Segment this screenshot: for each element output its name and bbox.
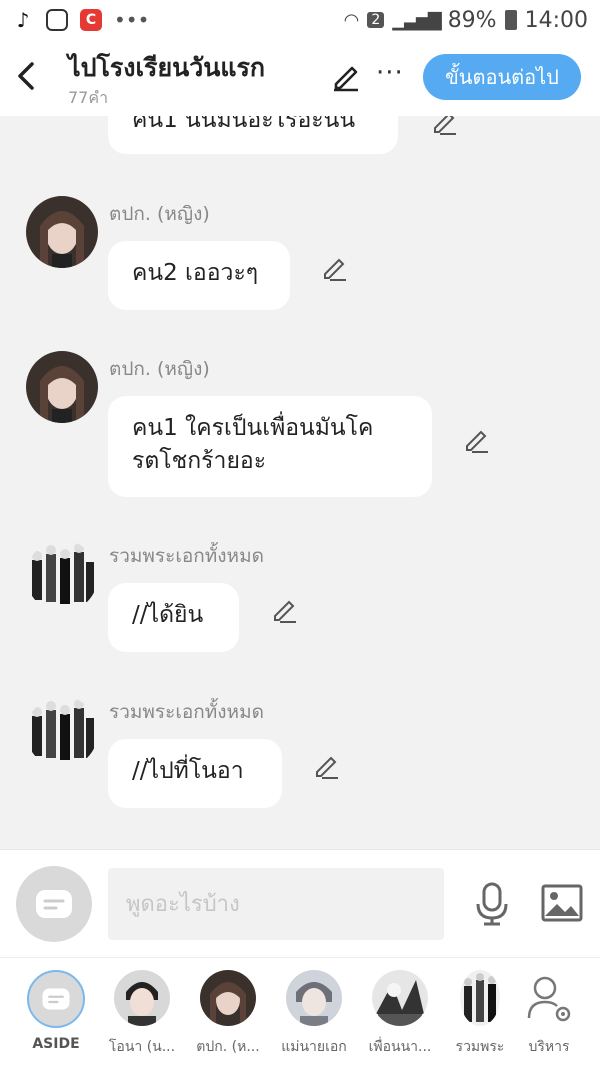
next-step-button[interactable]: ขั้นตอนต่อไป xyxy=(423,54,581,100)
message-bubble[interactable]: //ไปที่โนอา xyxy=(108,739,282,808)
nav-label: เพื่อนนา... xyxy=(368,1039,432,1055)
avatar[interactable] xyxy=(26,540,98,612)
aside-icon xyxy=(36,890,72,918)
nav-item-manage[interactable]: บริหาร xyxy=(509,970,589,1058)
avatar xyxy=(200,970,256,1026)
tiktok-icon: ♪ xyxy=(12,8,34,32)
input-bar xyxy=(0,849,600,957)
nav-item-aside[interactable]: ASIDE xyxy=(16,970,96,1052)
message-input[interactable] xyxy=(108,868,444,940)
nav-label: โอนา (น... xyxy=(108,1039,176,1055)
sender-name: ตปก. (หญิง) xyxy=(109,203,210,225)
sender-name: ตปก. (หญิง) xyxy=(109,358,210,380)
battery-percent: 89% xyxy=(447,7,497,33)
nav-item-character[interactable]: รวมพระ xyxy=(446,970,514,1058)
sim-badge: 2 xyxy=(367,12,385,28)
battery-icon xyxy=(504,10,517,30)
avatar xyxy=(372,970,428,1026)
avatar[interactable] xyxy=(26,696,98,768)
edit-message-icon[interactable] xyxy=(312,752,340,780)
avatar xyxy=(114,970,170,1026)
instagram-icon xyxy=(46,9,68,31)
aside-icon xyxy=(42,988,70,1010)
message-bubble[interactable]: คน2 เออวะๆ xyxy=(108,241,290,310)
back-button[interactable] xyxy=(14,58,44,94)
more-options-button[interactable]: ··· xyxy=(376,58,404,88)
avatar xyxy=(460,970,500,1026)
nav-item-character[interactable]: โอนา (น... xyxy=(102,970,182,1058)
story-header: ไปโรงเรียนวันแรก 77คำ ··· ขั้นตอนต่อไป xyxy=(0,40,600,116)
status-bar: ♪ C ••• ◠ 2 ▁▃▅▇ 89% 14:00 xyxy=(0,0,600,40)
nav-item-character[interactable]: เพื่อนนา... xyxy=(360,970,440,1058)
signal-icon: ▁▃▅▇ xyxy=(392,9,441,31)
clock: 14:00 xyxy=(524,7,588,33)
edit-message-icon[interactable] xyxy=(320,254,348,282)
pencil-icon xyxy=(334,66,358,92)
user-settings-icon xyxy=(527,976,571,1022)
microphone-icon[interactable] xyxy=(474,882,510,926)
character-bar: ASIDE โอนา (น... ตปก. (ห... แม่นายเอก เพ… xyxy=(0,957,600,1067)
message-bubble[interactable]: คน1 ใครเป็นเพื่อนมันโค รตโชกร้ายอะ xyxy=(108,396,432,497)
nav-label: บริหาร xyxy=(528,1039,570,1055)
nav-label: ตปก. (ห... xyxy=(196,1039,260,1055)
avatar[interactable] xyxy=(26,196,98,268)
message-text: //ได้ยิน xyxy=(132,602,204,628)
nav-label: แม่นายเอก xyxy=(281,1039,347,1055)
chevron-left-icon xyxy=(18,62,34,90)
message-text-line: รตโชกร้ายอะ xyxy=(132,448,267,474)
nav-item-character[interactable]: แม่นายเอก xyxy=(274,970,354,1058)
nav-label: รวมพระ xyxy=(455,1039,505,1055)
aside-avatar xyxy=(27,970,85,1028)
edit-message-icon[interactable] xyxy=(270,596,298,624)
message-text-line: คน1 ใครเป็นเพื่อนมันโค xyxy=(132,415,374,441)
message-text: //ไปที่โนอา xyxy=(132,758,244,784)
avatar xyxy=(286,970,342,1026)
nav-label: ASIDE xyxy=(32,1036,80,1052)
edit-message-icon[interactable] xyxy=(462,426,490,454)
avatar[interactable] xyxy=(26,351,98,423)
app-c-icon: C xyxy=(80,9,102,31)
aside-button[interactable] xyxy=(16,866,92,942)
ellipsis-icon: ··· xyxy=(376,58,404,88)
chat-area[interactable]: คน1 นั่นมันอะไรอ่ะนั่น ตปก. (หญิง) คน2 เ… xyxy=(0,116,600,849)
sender-name: รวมพระเอกทั้งหมด xyxy=(109,701,264,723)
more-icon: ••• xyxy=(114,8,150,32)
story-title: ไปโรงเรียนวันแรก xyxy=(68,53,266,82)
message-bubble[interactable]: คน1 นั่นมันอะไรอ่ะนั่น xyxy=(108,116,398,154)
edit-title-button[interactable] xyxy=(330,60,362,92)
nav-item-character[interactable]: ตปก. (ห... xyxy=(188,970,268,1058)
message-text: คน1 นั่นมันอะไรอ่ะนั่น xyxy=(132,116,356,133)
edit-message-icon[interactable] xyxy=(430,116,458,136)
message-bubble[interactable]: //ได้ยิน xyxy=(108,583,239,652)
message-text: คน2 เออวะๆ xyxy=(132,260,259,286)
wifi-icon: ◠ xyxy=(343,9,360,31)
sender-name: รวมพระเอกทั้งหมด xyxy=(109,545,264,567)
word-count: 77คำ xyxy=(68,88,109,107)
image-icon[interactable] xyxy=(541,884,583,922)
